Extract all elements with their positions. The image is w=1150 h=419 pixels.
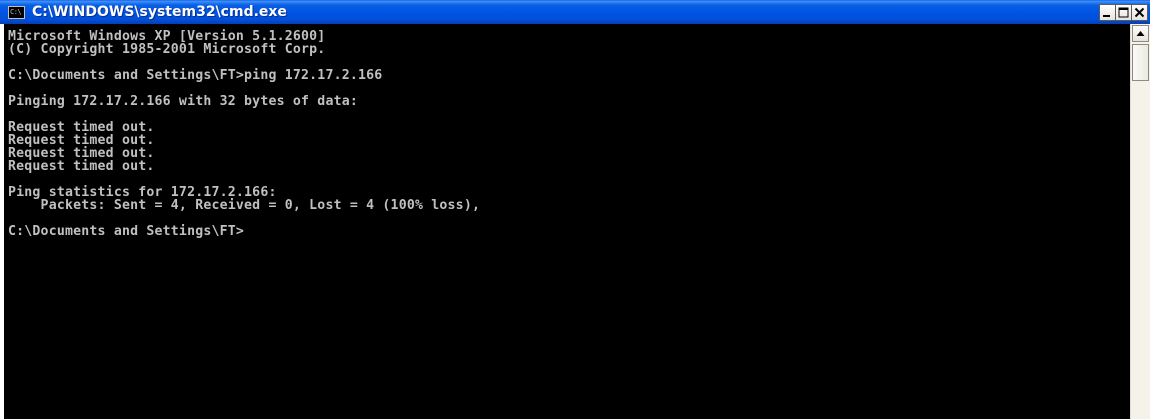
console-line: (C) Copyright 1985-2001 Microsoft Corp. — [8, 42, 326, 57]
arrow-up-icon — [1136, 31, 1145, 36]
close-button[interactable] — [1131, 4, 1148, 21]
scroll-thumb[interactable] — [1132, 44, 1149, 81]
console-output[interactable]: Microsoft Windows XP [Version 5.1.2600] … — [4, 24, 1130, 419]
close-icon — [1134, 7, 1145, 18]
scroll-up-button[interactable] — [1132, 25, 1149, 42]
minimize-icon — [1103, 15, 1110, 17]
maximize-icon — [1118, 7, 1129, 18]
minimize-button[interactable] — [1099, 4, 1116, 21]
console-icon[interactable]: C:\ — [8, 6, 25, 19]
console-line: Request timed out. — [8, 159, 155, 174]
console-line: Packets: Sent = 4, Received = 0, Lost = … — [8, 198, 481, 213]
console-line: C:\Documents and Settings\FT>ping 172.17… — [8, 68, 383, 83]
window-title: C:\WINDOWS\system32\cmd.exe — [32, 4, 287, 20]
title-bar[interactable]: C:\ C:\WINDOWS\system32\cmd.exe — [0, 0, 1150, 24]
console-line: C:\Documents and Settings\FT> — [8, 224, 245, 239]
console-line: Pinging 172.17.2.166 with 32 bytes of da… — [8, 94, 359, 109]
cmd-window: C:\ C:\WINDOWS\system32\cmd.exe Microsof… — [0, 0, 1150, 419]
vertical-scrollbar[interactable] — [1130, 24, 1150, 419]
maximize-button[interactable] — [1115, 4, 1132, 21]
